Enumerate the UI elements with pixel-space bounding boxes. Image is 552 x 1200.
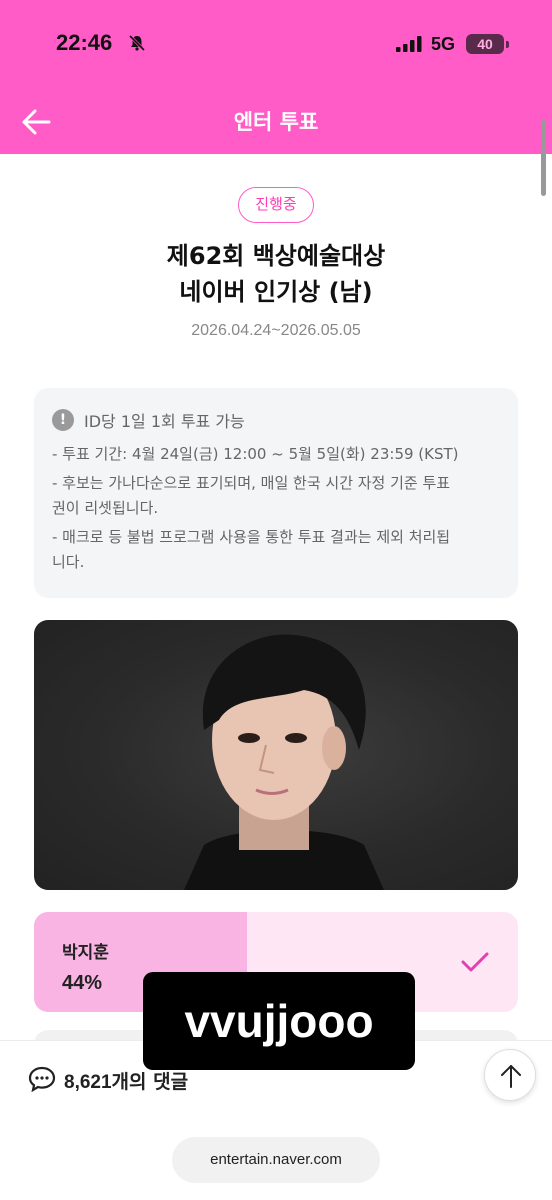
status-badge: 진행중 bbox=[238, 187, 314, 223]
exclamation-icon: ! bbox=[52, 409, 74, 431]
notice-line: - 매크로 등 불법 프로그램 사용을 통한 투표 결과는 제외 처리됩 bbox=[52, 528, 451, 546]
check-icon bbox=[461, 952, 489, 972]
battery-icon: 40 bbox=[466, 34, 509, 54]
network-type: 5G bbox=[431, 34, 456, 54]
notice-box: ! ID당 1일 1회 투표 가능 - 투표 기간: 4월 24일(금) 12:… bbox=[34, 388, 518, 598]
notice-line: 니다. bbox=[52, 553, 85, 571]
comment-count-suffix: 개의 댓글 bbox=[111, 1071, 189, 1093]
bell-muted-icon bbox=[128, 34, 146, 52]
status-time: 22:46 bbox=[56, 30, 113, 55]
candidate-name: 박지훈 bbox=[62, 943, 109, 963]
vote-title-line1: 제62회 백상예술대상 bbox=[166, 242, 386, 270]
portrait-illustration bbox=[184, 634, 384, 890]
notice-heading: ! ID당 1일 1회 투표 가능 bbox=[52, 408, 500, 432]
arrow-up-icon bbox=[501, 1065, 521, 1088]
vote-title-line2: 네이버 인기상 (남) bbox=[179, 278, 373, 306]
page-title: 엔터 투표 bbox=[233, 110, 319, 134]
scroll-to-top-button[interactable] bbox=[484, 1049, 536, 1101]
scrollbar[interactable] bbox=[541, 120, 546, 196]
comment-icon[interactable] bbox=[28, 1066, 56, 1092]
notice-body: - 투표 기간: 4월 24일(금) 12:00 ~ 5월 5일(화) 23:5… bbox=[52, 442, 500, 575]
candidate-percent: 44% bbox=[62, 972, 103, 994]
notice-line: - 후보는 가나다순으로 표기되며, 매일 한국 시간 자정 기준 투표 bbox=[52, 474, 451, 492]
notice-line: 권이 리셋됩니다. bbox=[52, 499, 159, 517]
watermark-overlay: vvujjooo bbox=[143, 972, 415, 1070]
signal-icon bbox=[396, 36, 422, 52]
vote-title: 제62회 백상예술대상 네이버 인기상 (남) bbox=[0, 238, 552, 310]
url-bar[interactable]: entertain.naver.com bbox=[172, 1137, 380, 1183]
notice-heading-text: ID당 1일 1회 투표 가능 bbox=[84, 412, 245, 431]
notice-line: - 투표 기간: 4월 24일(금) 12:00 ~ 5월 5일(화) 23:5… bbox=[52, 445, 459, 463]
status-bar: 22:46 5G 40 bbox=[0, 0, 552, 90]
vote-period: 2026.04.24~2026.05.05 bbox=[191, 322, 361, 339]
candidate-photo bbox=[34, 620, 518, 890]
comment-count[interactable]: 8,621개의 댓글 bbox=[64, 1067, 188, 1094]
app-bar: 엔터 투표 bbox=[0, 90, 552, 154]
comment-count-number: 8,621 bbox=[64, 1072, 112, 1093]
